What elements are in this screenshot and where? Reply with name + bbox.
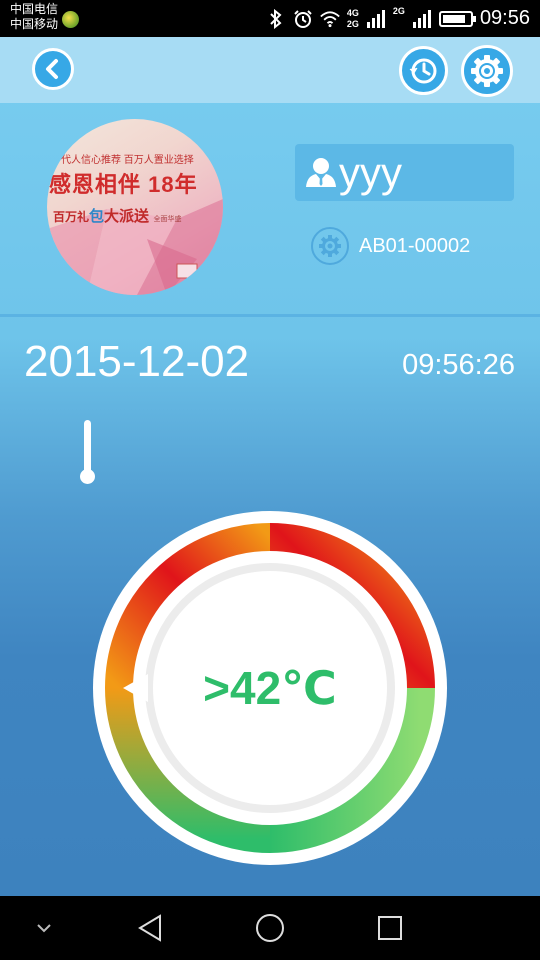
signal-icon (366, 9, 386, 29)
thermometer-icon (80, 420, 95, 484)
avatar-text-line3b: 包 (89, 208, 105, 225)
device-gear-icon (311, 227, 349, 265)
temperature-value: >42℃ (203, 662, 337, 714)
reading-date: 2015-12-02 (24, 337, 250, 386)
avatar-text-line3a: 百万礼 (53, 210, 90, 224)
battery-icon (438, 10, 476, 27)
carrier-names: 中国电信 中国移动 (10, 2, 58, 32)
avatar-text-line3c: 大派送 (104, 208, 150, 225)
back-button[interactable] (32, 48, 74, 90)
system-nav-bar (0, 896, 540, 960)
user-icon (306, 158, 336, 187)
battery-fill (442, 14, 465, 23)
device-id: AB01-00002 (359, 234, 471, 257)
temperature-gauge: >42℃ (90, 507, 450, 867)
chevron-left-icon (46, 59, 58, 79)
history-button[interactable] (399, 46, 448, 95)
carrier-1: 中国电信 (10, 2, 59, 16)
avatar-text-line1: 一代人信心推荐 百万人置业选择 (51, 155, 194, 166)
carrier-2: 中国移动 (10, 17, 59, 31)
alarm-icon (293, 9, 313, 29)
user-name: yyy (339, 149, 402, 196)
bluetooth-icon (266, 8, 286, 29)
avatar-text-line3d: 全面华盛 (153, 216, 182, 223)
status-bar: 中国电信 中国移动 4G 2G 2G 09:56 (0, 0, 540, 37)
device-row: AB01-00002 (311, 227, 470, 265)
network-4g-label: 4G 2G (346, 7, 359, 29)
settings-button[interactable] (461, 45, 513, 97)
app-screen: 一代人信心推荐 百万人置业选择 感恩相伴 18年 百万礼包大派送 全面华盛 yy… (0, 37, 540, 896)
avatar-text-line2: 感恩相伴 18年 (49, 172, 198, 197)
recents-square-icon[interactable] (372, 910, 408, 946)
gear-icon (471, 55, 503, 87)
reading-time: 09:56:26 (402, 349, 515, 381)
carrier-badge-icon (62, 11, 79, 28)
avatar[interactable]: 一代人信心推荐 百万人置业选择 感恩相伴 18年 百万礼包大派送 全面华盛 (47, 119, 223, 295)
status-clock: 09:56 (479, 7, 530, 29)
profile-section: 一代人信心推荐 百万人置业选择 感恩相伴 18年 百万礼包大派送 全面华盛 yy… (0, 103, 540, 314)
divider (0, 314, 540, 317)
collapse-icon[interactable] (26, 910, 62, 946)
user-name-box: yyy (295, 144, 514, 201)
back-triangle-icon[interactable] (132, 910, 168, 946)
signal-2-icon (412, 9, 432, 29)
history-clock-icon (409, 58, 436, 83)
app-toolbar (0, 37, 540, 103)
network-2g-label: 2G (392, 6, 405, 16)
home-circle-icon[interactable] (252, 910, 288, 946)
wifi-icon (320, 9, 340, 29)
status-icons: 4G 2G 2G 09:56 (266, 0, 530, 37)
